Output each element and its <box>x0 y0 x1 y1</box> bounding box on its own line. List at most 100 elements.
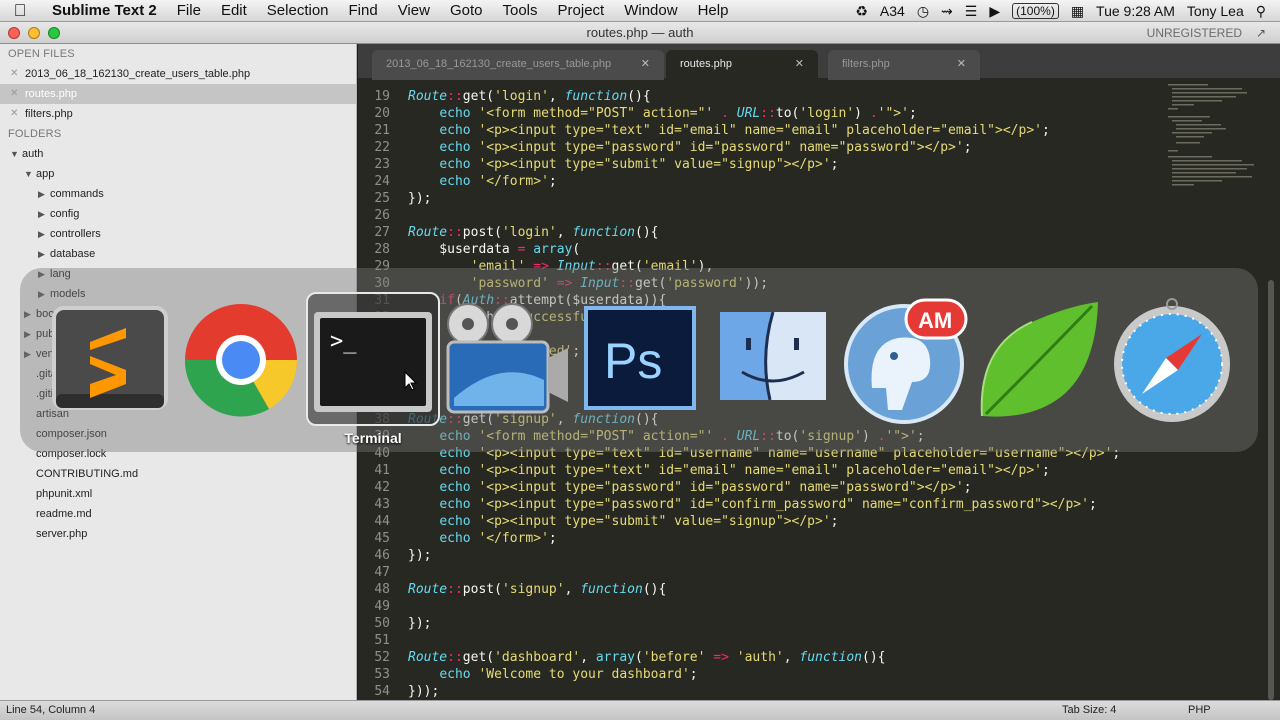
menu-find[interactable]: Find <box>339 2 388 19</box>
folder-item[interactable]: ▶ database <box>0 244 356 264</box>
code-line[interactable]: 52 Route::get('dashboard', array('before'… <box>358 649 885 666</box>
code-text: Route::post('login', function(){ <box>408 224 659 241</box>
disclosure-closed-icon[interactable]: ▶ <box>38 224 50 244</box>
open-file-item[interactable]: ✕ 2013_06_18_162130_create_users_table.ph… <box>0 64 356 84</box>
close-icon[interactable]: ✕ <box>795 50 804 78</box>
user-menu[interactable]: Tony Lea <box>1187 3 1244 19</box>
code-line[interactable]: 47 <box>358 564 390 581</box>
folder-item[interactable]: ▼ auth <box>0 144 356 164</box>
menu-tools[interactable]: Tools <box>492 2 547 19</box>
folder-item[interactable]: ▶ controllers <box>0 224 356 244</box>
menu-goto[interactable]: Goto <box>440 2 493 19</box>
code-line[interactable]: 44 echo '<p><input type="submit" value="… <box>358 513 838 530</box>
minimap[interactable] <box>1164 80 1254 190</box>
menu-file[interactable]: File <box>167 2 211 19</box>
screenflow-icon[interactable] <box>440 298 570 428</box>
fullscreen-icon[interactable]: ↗ <box>1256 26 1266 40</box>
code-line[interactable]: 53 echo 'Welcome to your dashboard'; <box>358 666 697 683</box>
folder-item[interactable]: ▶ commands <box>0 184 356 204</box>
sequel-pro-icon[interactable]: AM <box>842 298 972 428</box>
menu-help[interactable]: Help <box>688 2 739 19</box>
sublime-text-icon[interactable] <box>46 298 176 428</box>
code-line[interactable]: 41 echo '<p><input type="text" id="email… <box>358 462 1049 479</box>
code-text: echo '<p><input type="password" id="pass… <box>408 479 971 496</box>
file-item[interactable]: phpunit.xml <box>0 484 356 504</box>
code-line[interactable]: 54})); <box>358 683 439 700</box>
terminal-icon[interactable]: >_ <box>308 298 438 428</box>
line-number: 54 <box>374 684 390 699</box>
photoshop-icon[interactable]: Ps <box>576 298 706 428</box>
syntax-selector[interactable]: PHP <box>1188 701 1211 720</box>
close-icon[interactable]: ✕ <box>641 50 650 78</box>
file-item[interactable]: CONTRIBUTING.md <box>0 464 356 484</box>
code-line[interactable]: 28 $userdata = array( <box>358 241 580 258</box>
close-icon[interactable]: ✕ <box>10 64 18 84</box>
volume-icon[interactable]: ▶ <box>989 3 1000 20</box>
tab-routes[interactable]: routes.php ✕ <box>666 50 818 80</box>
scrollbar-thumb[interactable] <box>1268 280 1274 700</box>
line-number: 28 <box>374 242 390 257</box>
code-line[interactable]: 43 echo '<p><input type="password" id="c… <box>358 496 1096 513</box>
app-menu[interactable]: Sublime Text 2 <box>40 2 167 19</box>
calendar-icon[interactable]: ▦ <box>1071 3 1084 20</box>
code-token: 'auth' <box>736 650 784 665</box>
tab-create-users-table[interactable]: 2013_06_18_162130_create_users_table.php… <box>372 50 664 80</box>
code-line[interactable]: 20 echo '<form method="POST" action="' .… <box>358 105 916 122</box>
disclosure-closed-icon[interactable]: ▶ <box>38 204 50 224</box>
file-item[interactable]: server.php <box>0 524 356 544</box>
code-line[interactable]: 48 Route::post('signup', function(){ <box>358 581 666 598</box>
tab-size-selector[interactable]: Tab Size: 4 <box>1062 701 1116 720</box>
vertical-scrollbar[interactable] <box>1264 80 1280 700</box>
chrome-icon[interactable] <box>176 298 306 428</box>
code-line[interactable]: 22 echo '<p><input type="password" id="p… <box>358 139 971 156</box>
time-machine-icon[interactable]: ◷ <box>917 3 929 20</box>
menu-selection[interactable]: Selection <box>257 2 339 19</box>
code-line[interactable]: 50}); <box>358 615 431 632</box>
close-icon[interactable]: ✕ <box>10 84 18 104</box>
apple-menu-icon[interactable]:  <box>0 1 40 21</box>
code-line[interactable]: 21 echo '<p><input type="text" id="email… <box>358 122 1049 139</box>
code-line[interactable]: 24 echo '</form>'; <box>358 173 556 190</box>
menu-window[interactable]: Window <box>614 2 687 19</box>
code-token: . <box>869 106 878 121</box>
open-file-item[interactable]: ✕ filters.php <box>0 104 356 124</box>
close-icon[interactable]: ✕ <box>957 50 966 78</box>
folder-item[interactable]: ▶ config <box>0 204 356 224</box>
evernote-icon[interactable]: ♻ <box>855 3 868 20</box>
disclosure-closed-icon[interactable]: ▶ <box>38 184 50 204</box>
adobe-icon[interactable]: A34 <box>880 3 905 19</box>
tab-filters[interactable]: filters.php ✕ <box>828 50 980 80</box>
folder-item[interactable]: ▼ app <box>0 164 356 184</box>
safari-icon[interactable] <box>1106 298 1236 428</box>
code-line[interactable]: 51 <box>358 632 390 649</box>
code-line[interactable]: 23 echo '<p><input type="submit" value="… <box>358 156 838 173</box>
code-token: :: <box>760 106 776 121</box>
code-line[interactable]: 45 echo '</form>'; <box>358 530 556 547</box>
bluetooth-icon[interactable]: ⇝ <box>941 3 953 20</box>
code-line[interactable]: 25}); <box>358 190 431 207</box>
code-line[interactable]: 49 <box>358 598 390 615</box>
menu-project[interactable]: Project <box>548 2 615 19</box>
code-token: ; <box>830 157 839 172</box>
wifi-icon[interactable]: ☰ <box>965 3 978 20</box>
menu-edit[interactable]: Edit <box>211 2 257 19</box>
clock[interactable]: Tue 9:28 AM <box>1096 3 1175 19</box>
code-line[interactable]: 27 Route::post('login', function(){ <box>358 224 658 241</box>
close-icon[interactable]: ✕ <box>10 104 18 124</box>
code-line[interactable]: 19 Route::get('login', function(){ <box>358 88 650 105</box>
finder-icon[interactable] <box>710 298 840 428</box>
file-item[interactable]: readme.md <box>0 504 356 524</box>
open-files-list: ✕ 2013_06_18_162130_create_users_table.ph… <box>0 64 356 124</box>
battery-status[interactable]: (100%) <box>1012 3 1059 19</box>
open-file-item[interactable]: ✕ routes.php <box>0 84 356 104</box>
code-line[interactable]: 42 echo '<p><input type="password" id="p… <box>358 479 971 496</box>
spotlight-search-icon[interactable]: ⚲ <box>1256 3 1266 20</box>
disclosure-open-icon[interactable]: ▼ <box>24 164 36 184</box>
disclosure-closed-icon[interactable]: ▶ <box>38 244 50 264</box>
code-line[interactable]: 26 <box>358 207 390 224</box>
code-line[interactable]: 46}); <box>358 547 431 564</box>
coda-icon[interactable] <box>972 298 1102 428</box>
menu-view[interactable]: View <box>388 2 440 19</box>
disclosure-open-icon[interactable]: ▼ <box>10 144 22 164</box>
